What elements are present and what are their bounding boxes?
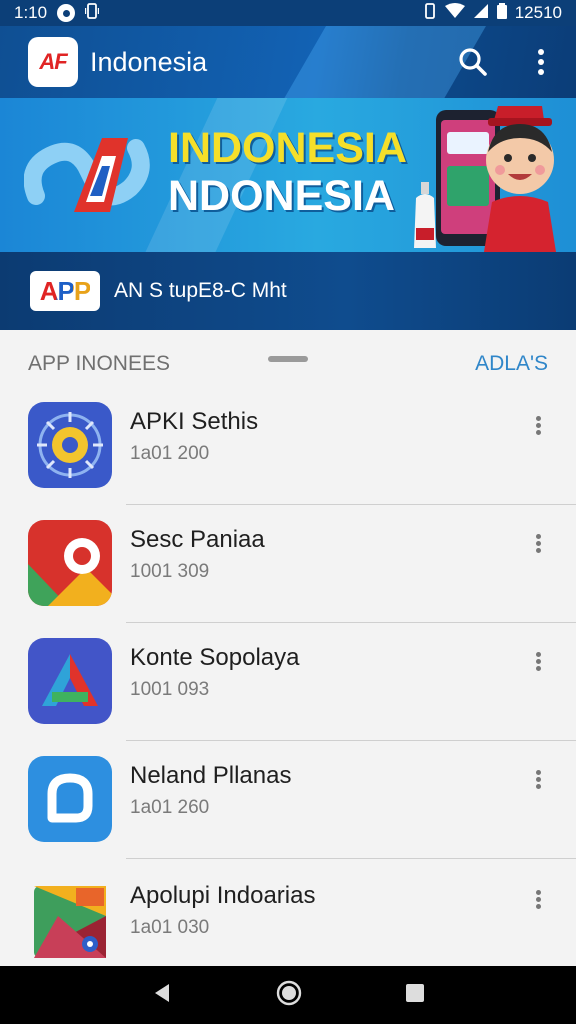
media-app-icon (28, 876, 112, 962)
search-icon (459, 48, 487, 76)
vibrate-mode-icon (423, 2, 437, 24)
list-item[interactable]: APKI Sethis 1a01 200 (0, 390, 576, 508)
banner-subheadline: NDONESIA (168, 172, 395, 220)
promo-text: AN S tupE8-C Mht (114, 279, 287, 302)
more-vert-icon (535, 896, 541, 902)
divider (126, 622, 576, 623)
battery-icon (496, 2, 507, 24)
bottle-illustration (414, 182, 436, 248)
banner-headline: INDONESIA (168, 124, 407, 172)
promo-badge: APP (30, 271, 100, 311)
promo-banner[interactable]: INDONESIA NDONESIA (0, 98, 576, 252)
mascot-illustration (484, 106, 556, 252)
overflow-menu-button[interactable] (524, 45, 558, 79)
item-menu-button[interactable] (526, 410, 550, 440)
list-item[interactable]: Apolupi Indoarias 1a01 030 (0, 864, 576, 982)
section-title: APP INONEES (28, 352, 170, 375)
search-button[interactable] (456, 45, 490, 79)
app-list-section: APP INONEES ADLA'S APKI Sethis 1a01 200 (0, 330, 576, 966)
compass-app-icon (28, 402, 112, 488)
app-title: Indonesia (90, 46, 208, 77)
home-icon (276, 980, 302, 1005)
wifi-icon (444, 2, 465, 24)
list-item[interactable]: Neland Pllanas 1a01 260 (0, 744, 576, 862)
app-meta: 1001 093 (130, 679, 210, 700)
divider (126, 504, 576, 505)
recents-button[interactable] (405, 983, 425, 1008)
status-right-text: 12510 (514, 3, 562, 22)
divider (126, 740, 576, 741)
drag-handle[interactable] (268, 356, 308, 362)
signal-icon (473, 3, 489, 24)
app-meta: 1a01 260 (130, 797, 210, 818)
rounded-square-app-icon (28, 756, 112, 842)
more-vert-icon (538, 49, 544, 75)
more-vert-icon (535, 776, 541, 782)
recents-icon (405, 983, 424, 1002)
status-bar: 1:10 12510 (0, 0, 576, 26)
promo-strip[interactable]: APP AN S tupE8-C Mht (0, 252, 576, 330)
back-icon (155, 983, 170, 1002)
app-name: Sesc Paniaa (130, 526, 265, 553)
divider (126, 858, 576, 859)
status-time: 1:10 (14, 3, 48, 22)
app-meta: 1a01 200 (130, 443, 210, 464)
list-item[interactable]: Sesc Paniaa 1001 309 (0, 508, 576, 626)
system-nav-bar (0, 966, 576, 1024)
item-menu-button[interactable] (526, 646, 550, 676)
list-item[interactable]: Konte Sopolaya 1001 093 (0, 626, 576, 744)
back-button[interactable] (151, 982, 173, 1009)
vibrate-icon (84, 3, 100, 23)
app-meta: 1a01 030 (130, 917, 210, 938)
more-vert-icon (535, 422, 541, 428)
home-button[interactable] (276, 980, 302, 1011)
item-menu-button[interactable] (526, 764, 550, 794)
app-logo: AF (28, 37, 78, 87)
app-name: APKI Sethis (130, 408, 259, 435)
app-meta: 1001 309 (130, 561, 210, 582)
app-name: Apolupi Indoarias (130, 882, 316, 909)
triangle-app-icon (28, 638, 112, 724)
item-menu-button[interactable] (526, 528, 550, 558)
app-name: Konte Sopolaya (130, 644, 300, 671)
item-menu-button[interactable] (526, 884, 550, 914)
more-vert-icon (535, 658, 541, 664)
notification-dot-icon (57, 4, 76, 22)
app-bar: AF Indonesia (0, 26, 576, 98)
maps-app-icon (28, 520, 112, 606)
section-action-link[interactable]: ADLA'S (475, 352, 548, 376)
banner-logo-icon (24, 138, 150, 212)
more-vert-icon (535, 540, 541, 546)
app-name: Neland Pllanas (130, 762, 292, 789)
